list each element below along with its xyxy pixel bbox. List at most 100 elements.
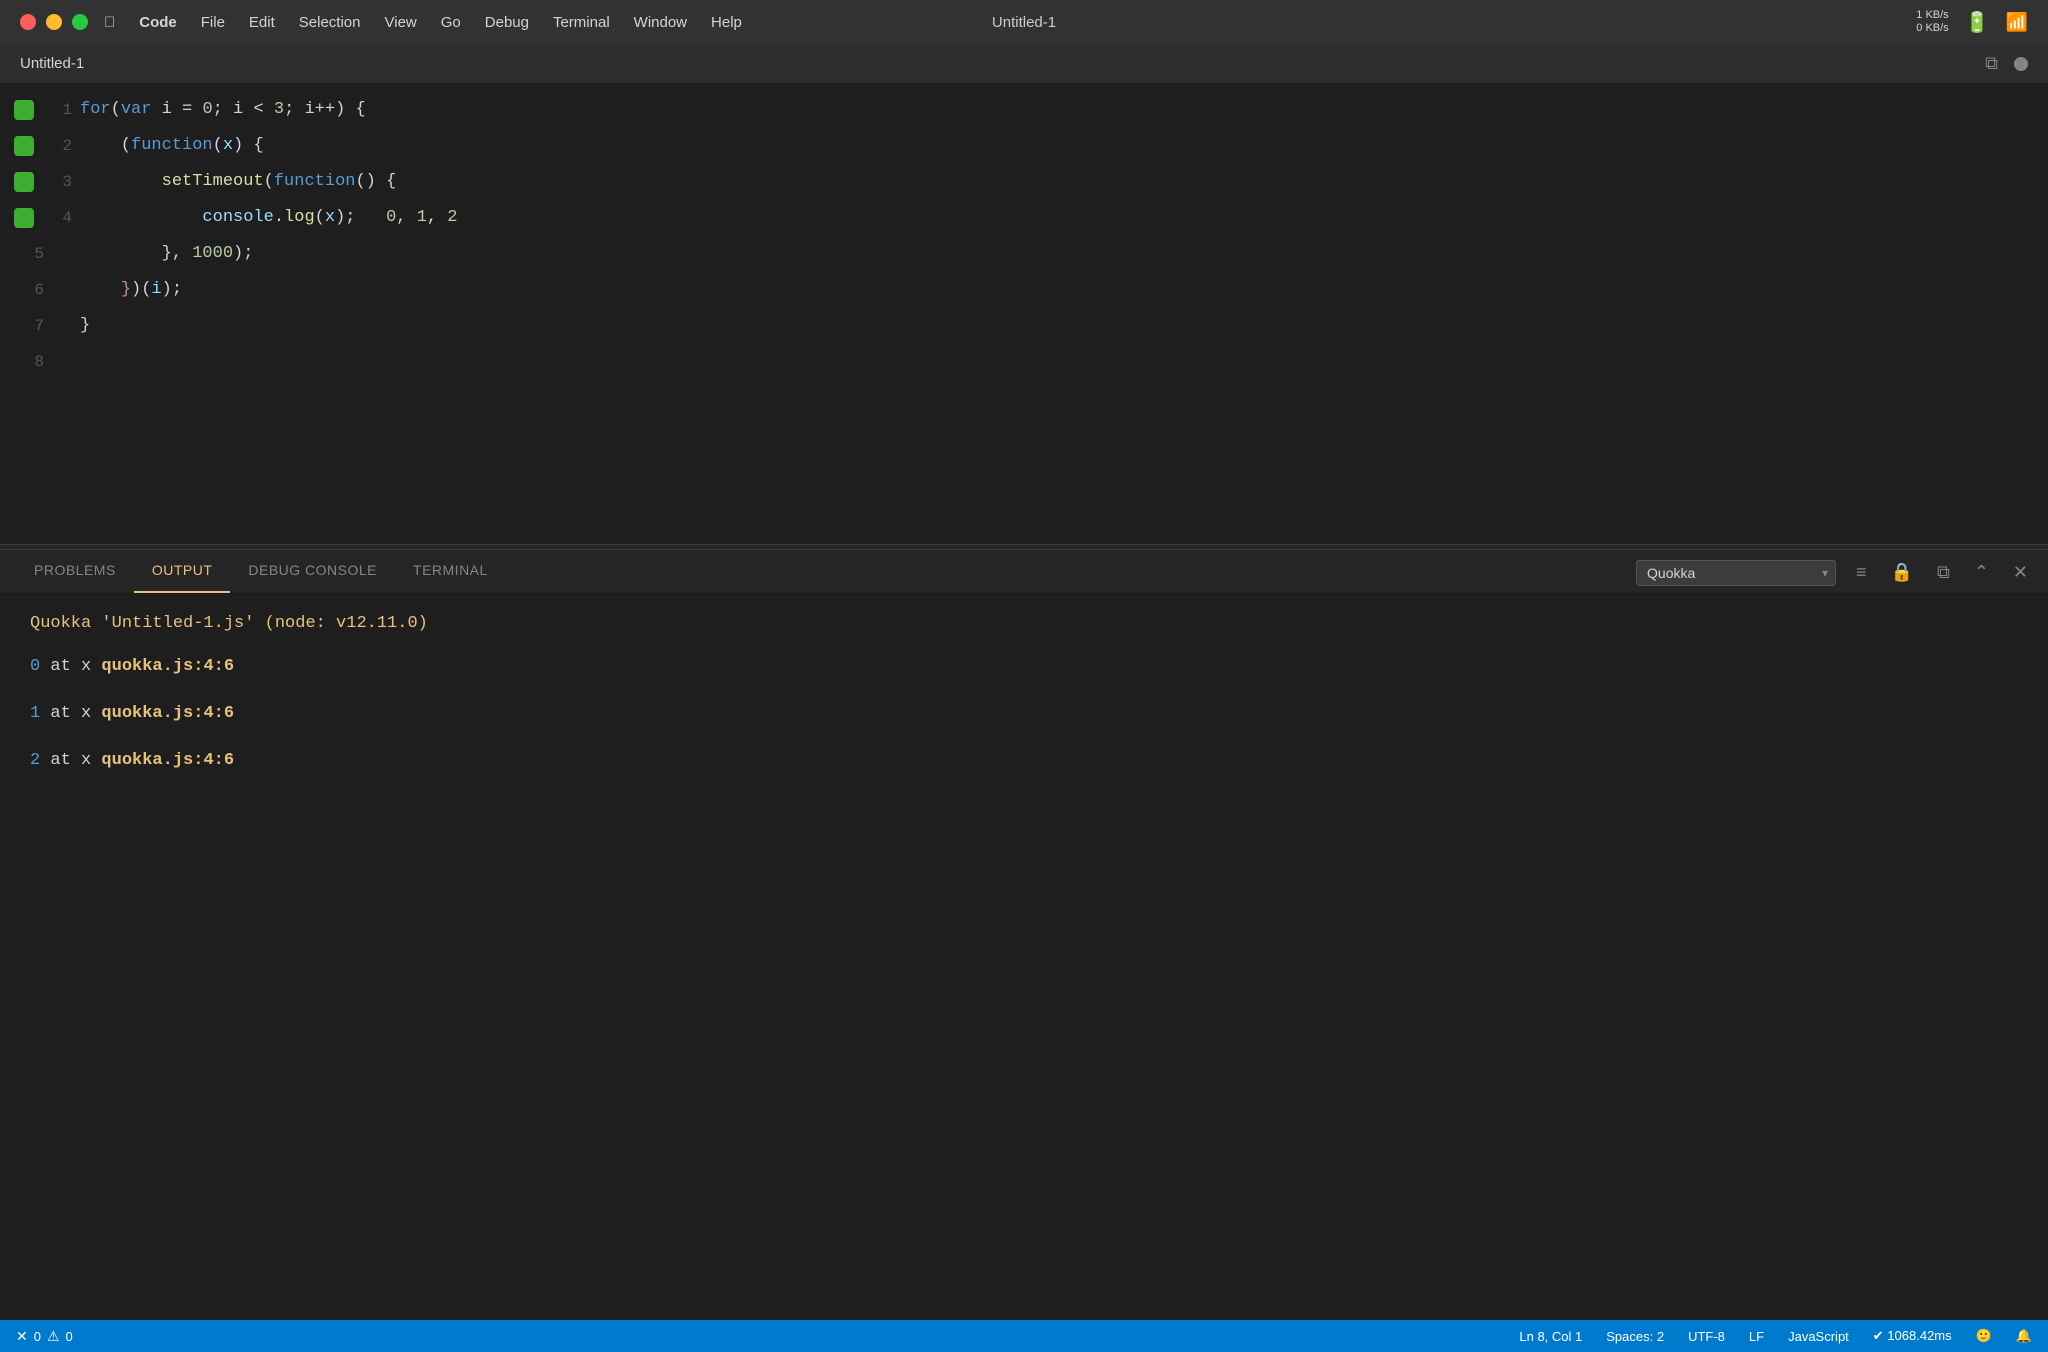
output-group-1: 1 at x quokka.js:4:6: [30, 704, 2018, 723]
output-num-1: 1: [30, 704, 40, 723]
filter-icon[interactable]: ≡: [1852, 558, 1871, 587]
gutter-line-4: 4: [0, 200, 80, 236]
gutter-line-1: 1: [0, 92, 80, 128]
cursor-position[interactable]: Ln 8, Col 1: [1519, 1329, 1582, 1344]
close-button[interactable]: [20, 14, 36, 30]
lock-icon[interactable]: 🔒: [1887, 558, 1917, 587]
status-right: Ln 8, Col 1 Spaces: 2 UTF-8 LF JavaScrip…: [1519, 1328, 2032, 1344]
code-line-7: }: [80, 308, 2034, 344]
gutter-line-5: 5: [0, 236, 80, 272]
gutter-line-6: 6: [0, 272, 80, 308]
indentation[interactable]: Spaces: 2: [1606, 1329, 1664, 1344]
code-line-2: (function(x) {: [80, 128, 2034, 164]
title-bar-right: 1 KB/s 0 KB/s 🔋 📶: [1916, 9, 2028, 35]
close-panel-icon[interactable]: ✕: [2009, 558, 2032, 587]
maximize-button[interactable]: [72, 14, 88, 30]
output-link-2[interactable]: quokka.js:4:6: [101, 751, 234, 770]
breakpoint-1[interactable]: [14, 100, 34, 120]
notification-icon: 🔔: [2016, 1328, 2032, 1344]
line-number-2: 2: [48, 128, 72, 164]
menu-file[interactable]: File: [201, 14, 225, 31]
quokka-status[interactable]: ✔ 1068.42ms: [1873, 1328, 1952, 1344]
tab-status-dot: [2014, 57, 2028, 71]
apple-menu[interactable]: : [104, 14, 115, 31]
output-source-wrapper: Quokka Git TypeScript ▾: [1636, 560, 1836, 586]
menu-edit[interactable]: Edit: [249, 14, 275, 31]
panel-tab-actions: Quokka Git TypeScript ▾ ≡ 🔒 ⧉ ⌃ ✕: [1636, 558, 2032, 593]
line-number-7: 7: [20, 308, 44, 344]
code-line-1: for(var i = 0; i < 3; i++) {: [80, 92, 2034, 128]
output-num-0: 0: [30, 657, 40, 676]
menu-help[interactable]: Help: [711, 14, 742, 31]
language-mode[interactable]: JavaScript: [1788, 1329, 1849, 1344]
status-bar: ✕ 0 ⚠ 0 Ln 8, Col 1 Spaces: 2 UTF-8 LF J…: [0, 1320, 2048, 1352]
editor-scrollbar[interactable]: [2034, 84, 2048, 544]
warning-icon: ⚠: [47, 1328, 60, 1345]
traffic-lights: [20, 14, 88, 30]
line-number-8: 8: [20, 344, 44, 380]
menu-view[interactable]: View: [385, 14, 417, 31]
breakpoint-4[interactable]: [14, 208, 34, 228]
output-link-1[interactable]: quokka.js:4:6: [101, 704, 234, 723]
status-errors[interactable]: ✕ 0 ⚠ 0: [16, 1328, 73, 1345]
gutter-line-3: 3: [0, 164, 80, 200]
output-group-0: 0 at x quokka.js:4:6: [30, 657, 2018, 676]
menu-selection[interactable]: Selection: [299, 14, 361, 31]
tab-debug-console[interactable]: DEBUG CONSOLE: [230, 549, 395, 593]
encoding[interactable]: UTF-8: [1688, 1329, 1725, 1344]
battery-icon: 🔋: [1965, 10, 1990, 35]
output-content: Quokka 'Untitled-1.js' (node: v12.11.0) …: [0, 594, 2048, 1320]
output-at-x-1: at x: [50, 704, 101, 723]
error-count: 0: [34, 1329, 41, 1344]
smiley-icon: 🙂: [1976, 1328, 1992, 1344]
code-line-5: }, 1000);: [80, 236, 2034, 272]
line-number-1: 1: [48, 92, 72, 128]
tab-problems[interactable]: PROBLEMS: [16, 549, 134, 593]
tab-output[interactable]: OUTPUT: [134, 549, 231, 593]
output-header-line: Quokka 'Untitled-1.js' (node: v12.11.0): [30, 614, 2018, 633]
code-line-4: console.log(x); 0, 1, 2: [80, 200, 2034, 236]
panel-tabs: PROBLEMS OUTPUT DEBUG CONSOLE TERMINAL Q…: [0, 550, 2048, 594]
output-link-0[interactable]: quokka.js:4:6: [101, 657, 234, 676]
copy-icon[interactable]: ⧉: [1933, 558, 1954, 587]
editor-gutter: 1 2 3 4 5 6 7 8: [0, 84, 80, 544]
code-line-6: })(i);: [80, 272, 2034, 308]
breakpoint-2[interactable]: [14, 136, 34, 156]
token-for: for: [80, 92, 111, 128]
code-content[interactable]: for(var i = 0; i < 3; i++) { (function(x…: [80, 84, 2034, 544]
line-number-6: 6: [20, 272, 44, 308]
menu-go[interactable]: Go: [441, 14, 461, 31]
menu-code[interactable]: Code: [139, 14, 177, 31]
code-line-8: [80, 344, 2034, 380]
output-num-2: 2: [30, 751, 40, 770]
error-icon: ✕: [16, 1328, 28, 1345]
window-title: Untitled-1: [992, 14, 1056, 31]
output-panel: PROBLEMS OUTPUT DEBUG CONSOLE TERMINAL Q…: [0, 550, 2048, 1320]
menu-window[interactable]: Window: [634, 14, 687, 31]
title-bar:  Code File Edit Selection View Go Debug…: [0, 0, 2048, 44]
collapse-icon[interactable]: ⌃: [1970, 558, 1993, 587]
line-ending[interactable]: LF: [1749, 1329, 1764, 1344]
code-line-3: setTimeout(function() {: [80, 164, 2034, 200]
line-number-5: 5: [20, 236, 44, 272]
line-number-4: 4: [48, 200, 72, 236]
gutter-line-8: 8: [0, 344, 80, 380]
tab-bar-right: ⧉: [1985, 53, 2028, 74]
output-at-x-2: at x: [50, 751, 101, 770]
split-editor-icon[interactable]: ⧉: [1985, 53, 1998, 74]
menu-terminal[interactable]: Terminal: [553, 14, 610, 31]
line-number-3: 3: [48, 164, 72, 200]
breakpoint-3[interactable]: [14, 172, 34, 192]
gutter-line-2: 2: [0, 128, 80, 164]
output-group-2: 2 at x quokka.js:4:6: [30, 751, 2018, 770]
menu-debug[interactable]: Debug: [485, 14, 529, 31]
minimize-button[interactable]: [46, 14, 62, 30]
output-at-x-0: at x: [50, 657, 101, 676]
editor-area: 1 2 3 4 5 6 7 8: [0, 84, 2048, 544]
title-bar-left:  Code File Edit Selection View Go Debug…: [20, 14, 742, 31]
editor-tab-bar: Untitled-1 ⧉: [0, 44, 2048, 84]
network-status: 1 KB/s 0 KB/s: [1916, 9, 1948, 35]
tab-terminal[interactable]: TERMINAL: [395, 549, 506, 593]
output-source-select[interactable]: Quokka Git TypeScript: [1636, 560, 1836, 586]
editor-tab-title[interactable]: Untitled-1: [20, 55, 84, 72]
